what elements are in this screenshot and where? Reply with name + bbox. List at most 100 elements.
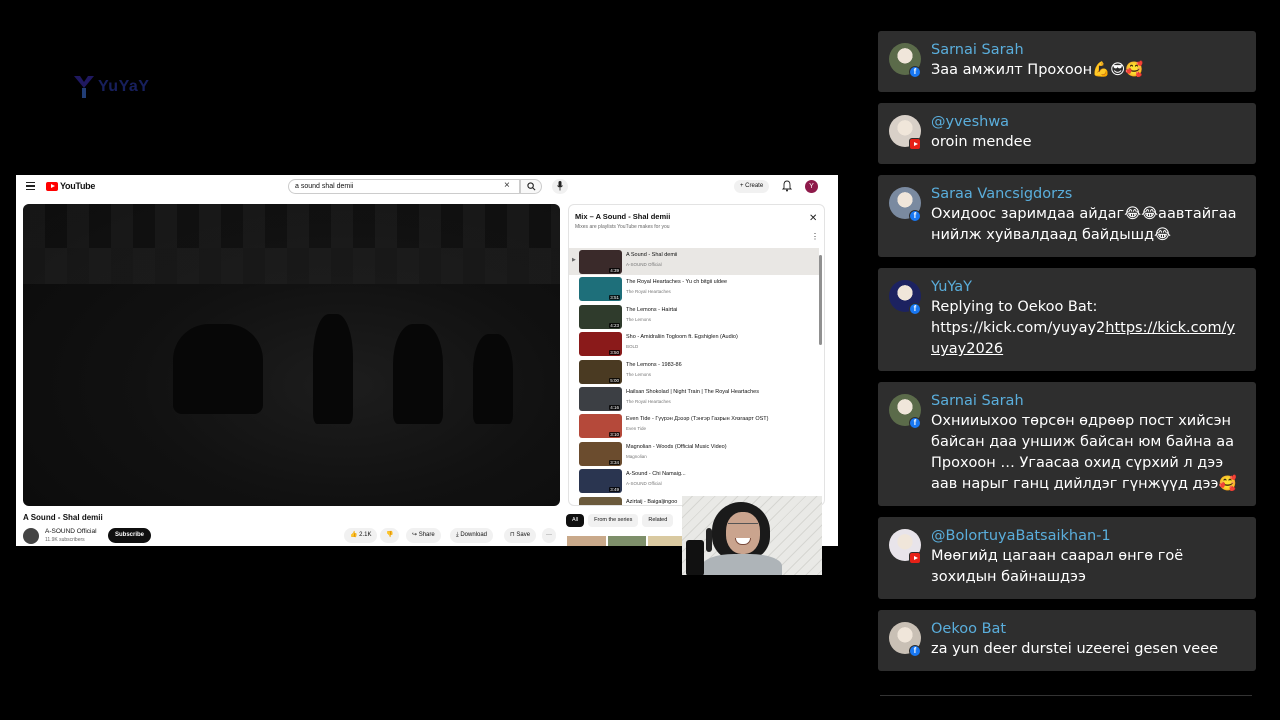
yuyay-logo-icon bbox=[74, 76, 94, 98]
video-duration: 3:51 bbox=[609, 295, 620, 301]
microphone-icon bbox=[557, 181, 563, 191]
chat-message-text: Заа амжилт Прохоон💪😎🥰 bbox=[931, 62, 1144, 78]
video-thumbnail[interactable] bbox=[579, 496, 622, 505]
close-playlist-icon[interactable]: ✕ bbox=[809, 213, 817, 224]
video-thumbnail[interactable]: 4:39 bbox=[579, 250, 622, 274]
chat-message-text: Мөөгийд цагаан саарал өнгө гоё зохидын б… bbox=[931, 548, 1184, 585]
filter-chip[interactable]: All bbox=[566, 514, 585, 527]
video-duration: 3:50 bbox=[609, 350, 620, 356]
facebook-badge-icon: f bbox=[909, 645, 921, 657]
playlist-more-icon[interactable]: ⋮ bbox=[811, 233, 819, 241]
video-thumbnail[interactable]: 4:23 bbox=[579, 304, 622, 329]
playlist-item-channel: Even Tide bbox=[626, 426, 647, 432]
headphones bbox=[706, 528, 712, 552]
video-duration: 3:49 bbox=[609, 487, 620, 493]
stream-overlay: YuYaY YouTube a sound shal demii × + Cre… bbox=[0, 0, 1280, 720]
video-thumbnail[interactable]: 3:51 bbox=[579, 277, 622, 302]
video-title: A Sound - Shal demii bbox=[23, 513, 103, 522]
playlist-title: Mix – A Sound - Shal demii bbox=[575, 212, 671, 221]
playlist-subtitle: Mixes are playlists YouTube makes for yo… bbox=[575, 224, 670, 230]
dislike-button[interactable]: 👎 bbox=[380, 528, 400, 543]
recommendation-thumbnails[interactable] bbox=[567, 536, 688, 546]
chat-divider bbox=[880, 695, 1252, 696]
chat-message: f Saraa Vancsigdorzs Охидоос заримдаа айда… bbox=[878, 175, 1256, 257]
video-thumbnail[interactable]: 5:00 bbox=[579, 359, 622, 384]
channel-name[interactable]: A-SOUND Official bbox=[45, 528, 97, 535]
playlist-item-title[interactable]: Sho - Amidraliin Togloom ft. Egshiglen (… bbox=[626, 334, 816, 340]
chat-message: @yveshwa oroin mendee bbox=[878, 103, 1256, 164]
playlist-item-title[interactable]: Even Tide - Гүүрэн Дэээр (Тэнгэр Газрын … bbox=[626, 416, 816, 422]
playlist-item[interactable]: 3:34 Magnolian - Woods (Official Music Vi… bbox=[569, 440, 819, 467]
playlist-item[interactable]: ▶ 4:39 A Sound - Shal demii A-SOUND Officia… bbox=[569, 248, 819, 276]
like-button[interactable]: 👍 2.1K bbox=[344, 528, 378, 543]
chat-message: f Sarnai Sarah Заа амжилт Прохоон💪😎🥰 bbox=[878, 31, 1256, 92]
performer-silhouette bbox=[393, 324, 443, 424]
video-thumbnail[interactable]: 3:49 bbox=[579, 469, 622, 494]
playlist-item-title[interactable]: A-Sound - Chi Namaig... bbox=[626, 471, 816, 477]
video-player[interactable] bbox=[23, 204, 560, 506]
more-actions-button[interactable]: ··· bbox=[542, 528, 556, 543]
live-chat: f Sarnai Sarah Заа амжилт Прохоон💪😎🥰 @yvesh… bbox=[878, 31, 1256, 682]
playlist-item-title[interactable]: Magnolian - Woods (Official Music Video) bbox=[626, 444, 816, 450]
youtube-badge-icon bbox=[909, 552, 921, 564]
filter-chip[interactable]: From the series bbox=[588, 514, 639, 527]
stage-backdrop-row bbox=[23, 248, 560, 284]
video-thumbnail[interactable]: 4:16 bbox=[579, 386, 622, 411]
youtube-play-icon bbox=[46, 181, 58, 191]
playlist-item-title[interactable]: The Lemons - Hairtai bbox=[626, 307, 816, 313]
youtube-window: YouTube a sound shal demii × + Create Y bbox=[16, 175, 838, 546]
mix-playlist-panel: Mix – A Sound - Shal demii Mixes are pla… bbox=[568, 204, 825, 506]
playlist-item-title[interactable]: The Royal Heartaches - Yu ch bitgii ulde… bbox=[626, 279, 816, 285]
now-playing-indicator: ▶ bbox=[572, 257, 576, 263]
video-duration: 5:00 bbox=[609, 377, 620, 383]
filter-chip[interactable]: Related bbox=[642, 514, 674, 527]
notifications-bell-icon[interactable] bbox=[781, 180, 793, 193]
chat-message-text: Replying to Oekoo Bat: https://kick.com/… bbox=[931, 299, 1236, 357]
video-thumbnail[interactable]: 3:34 bbox=[579, 441, 622, 466]
chat-message: f Sarnai Sarah Охнииыхоо төрсөн өдрөөр пос… bbox=[878, 382, 1256, 506]
playlist-item-channel: Magnolian bbox=[626, 453, 647, 459]
playlist-item[interactable]: 3:10 Even Tide - Гүүрэн Дэээр (Тэнгэр Газ… bbox=[569, 412, 819, 439]
chat-message-text: Охнииыхоо төрсөн өдрөөр пост хийсэн байс… bbox=[931, 413, 1237, 492]
facebook-badge-icon: f bbox=[909, 210, 921, 222]
playlist-scrollbar[interactable] bbox=[819, 255, 822, 345]
clear-search-icon[interactable]: × bbox=[504, 179, 510, 193]
playlist-item[interactable]: 4:16 Hailsan Shokolad | Night Train | The… bbox=[569, 385, 819, 412]
search-input[interactable]: a sound shal demii bbox=[288, 179, 520, 194]
voice-search-button[interactable] bbox=[552, 179, 568, 194]
youtube-logo[interactable]: YouTube bbox=[46, 181, 95, 191]
thumbs-down-icon: 👎 bbox=[386, 532, 394, 538]
glasses bbox=[728, 523, 758, 524]
playlist-item[interactable]: 5:00 The Lemons - 1983-86 The Lemons bbox=[569, 358, 819, 385]
chat-message: f Oekoo Bat za yun deer durstei uzeerei ge… bbox=[878, 610, 1256, 671]
related-chips: All From the series Related bbox=[566, 514, 674, 527]
playlist-item[interactable]: 3:51 The Royal Heartaches - Yu ch bitgii … bbox=[569, 275, 819, 302]
facebook-badge-icon: f bbox=[909, 66, 921, 78]
playlist-item[interactable]: 3:49 A-Sound - Chi Namaig... A-SOUND Offic… bbox=[569, 467, 819, 494]
playlist-item[interactable]: 3:50 Sho - Amidraliin Togloom ft. Egshigl… bbox=[569, 330, 819, 357]
share-button[interactable]: ↪ Share bbox=[406, 528, 441, 543]
playlist-item-channel: BOLD bbox=[626, 344, 639, 350]
save-button[interactable]: ⊓ Save bbox=[504, 528, 537, 543]
performer-silhouette bbox=[313, 314, 353, 424]
playlist-item[interactable]: 4:23 The Lemons - Hairtai The Lemons bbox=[569, 303, 819, 330]
video-thumbnail[interactable]: 3:50 bbox=[579, 332, 622, 357]
video-thumbnail[interactable]: 3:10 bbox=[579, 414, 622, 439]
playlist-item-channel: A-SOUND Official bbox=[626, 481, 662, 487]
channel-avatar[interactable] bbox=[23, 528, 39, 544]
create-button[interactable]: + Create bbox=[734, 180, 770, 193]
playlist-item-title[interactable]: Hailsan Shokolad | Night Train | The Roy… bbox=[626, 389, 816, 395]
account-avatar[interactable]: Y bbox=[805, 180, 818, 193]
chat-username: Oekoo Bat bbox=[931, 621, 1007, 637]
share-icon: ↪ bbox=[412, 532, 418, 538]
playlist-item-title[interactable]: A Sound - Shal demii bbox=[626, 252, 816, 258]
search-button[interactable] bbox=[520, 179, 542, 194]
chat-message-text: za yun deer durstei uzeerei gesen veee bbox=[931, 641, 1219, 657]
playlist-item-title[interactable]: The Lemons - 1983-86 bbox=[626, 362, 816, 368]
logo-text: YuYaY bbox=[98, 78, 150, 95]
subscribe-button[interactable]: Subscribe bbox=[108, 528, 152, 543]
download-button[interactable]: ⤓ Download bbox=[450, 528, 494, 543]
subscriber-count: 11.9K subscribers bbox=[45, 537, 85, 543]
streamer-face bbox=[726, 512, 760, 554]
hamburger-menu-icon[interactable] bbox=[26, 182, 35, 190]
